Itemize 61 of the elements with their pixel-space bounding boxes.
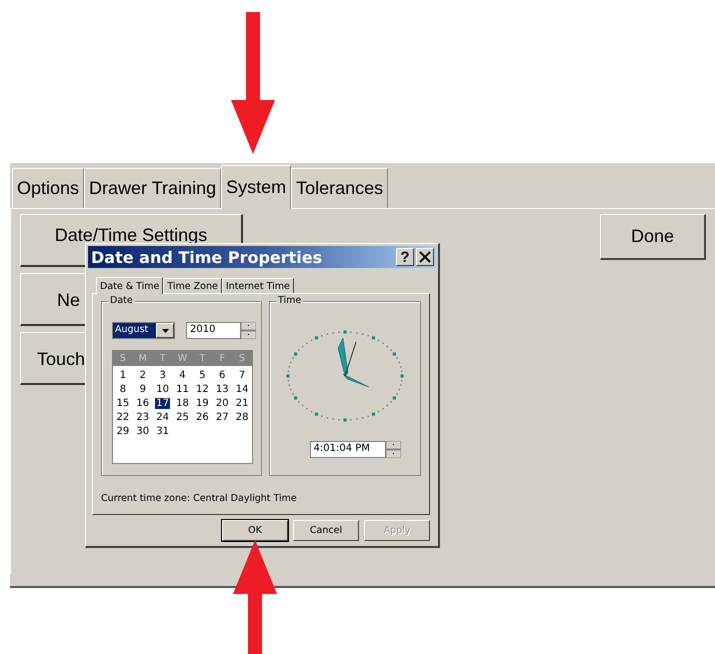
calendar-day[interactable]: 16 [135, 398, 150, 409]
calendar-day[interactable]: 29 [116, 426, 130, 437]
dialog-button[interactable]: OK [222, 520, 288, 541]
spinner-icon[interactable] [386, 441, 400, 458]
arrow-icon [233, 540, 277, 654]
close-button[interactable] [416, 248, 434, 266]
calendar-day[interactable]: 12 [194, 384, 210, 395]
calendar-day[interactable]: 6 [218, 370, 226, 381]
calendar-day[interactable]: 26 [194, 412, 210, 423]
calendar-day[interactable]: 23 [135, 412, 150, 423]
calendar-day[interactable]: 17 [155, 398, 170, 409]
tab[interactable]: System [221, 165, 292, 209]
calendar-day[interactable]: 10 [155, 384, 170, 395]
calendar-day[interactable]: 18 [175, 398, 190, 409]
calendar-day[interactable]: 13 [214, 384, 230, 395]
weekday-label: T [158, 353, 167, 364]
spinner-icon[interactable] [241, 322, 256, 339]
time-field[interactable]: 4:01:04 PM [310, 441, 386, 458]
calendar-day[interactable]: 11 [175, 384, 190, 395]
calendar-day[interactable]: 25 [175, 412, 190, 423]
weekday-label: W [176, 353, 188, 364]
weekday-label: S [118, 353, 127, 364]
tab[interactable]: Time Zone [163, 278, 222, 293]
close-icon [419, 251, 431, 263]
weekday-label: S [238, 353, 246, 364]
calendar-day[interactable]: 21 [234, 398, 250, 409]
tab[interactable]: Internet Time [222, 278, 294, 293]
calendar-day[interactable]: 20 [214, 398, 230, 409]
month-dropdown[interactable]: August [112, 322, 175, 339]
calendar-day[interactable]: 7 [238, 370, 246, 381]
dialog-button[interactable]: Cancel [293, 520, 359, 541]
done-button[interactable]: Done [600, 214, 706, 260]
weekday-label: T [198, 353, 206, 364]
weekday-label: M [138, 353, 148, 364]
calendar-day[interactable]: 24 [155, 412, 170, 423]
calendar-day[interactable]: 27 [214, 412, 230, 423]
calendar-day[interactable]: 31 [155, 426, 170, 437]
group-label: Date [108, 295, 135, 306]
group-label: Time [276, 295, 304, 306]
tab[interactable]: Date & Time [96, 277, 164, 294]
calendar-day[interactable]: 30 [135, 426, 150, 437]
calendar-day[interactable]: 14 [234, 384, 250, 395]
tab[interactable]: Options [12, 168, 84, 208]
arrow-icon [231, 12, 275, 154]
year-field[interactable]: 2010 [186, 322, 241, 339]
calendar-day[interactable]: 19 [194, 398, 210, 409]
calendar-day[interactable]: 3 [158, 370, 167, 381]
tab[interactable]: Drawer Training [84, 168, 222, 208]
calendar-day[interactable]: 5 [198, 370, 207, 381]
calendar-day[interactable]: 4 [178, 370, 187, 381]
calendar-day[interactable]: 9 [138, 384, 147, 395]
calendar-day[interactable]: 1 [118, 370, 128, 381]
calendar-day[interactable]: 2 [138, 370, 147, 381]
calendar-day[interactable]: 8 [118, 384, 128, 395]
help-button[interactable]: ? [396, 248, 414, 266]
tab[interactable]: Tolerances [291, 168, 388, 208]
timezone-label: Current time zone: Central Daylight Time [101, 493, 298, 504]
calendar-day[interactable]: 28 [234, 412, 250, 423]
calendar-day[interactable]: 15 [116, 398, 130, 409]
weekday-label: F [218, 353, 226, 364]
calendar-day[interactable]: 22 [116, 412, 130, 423]
